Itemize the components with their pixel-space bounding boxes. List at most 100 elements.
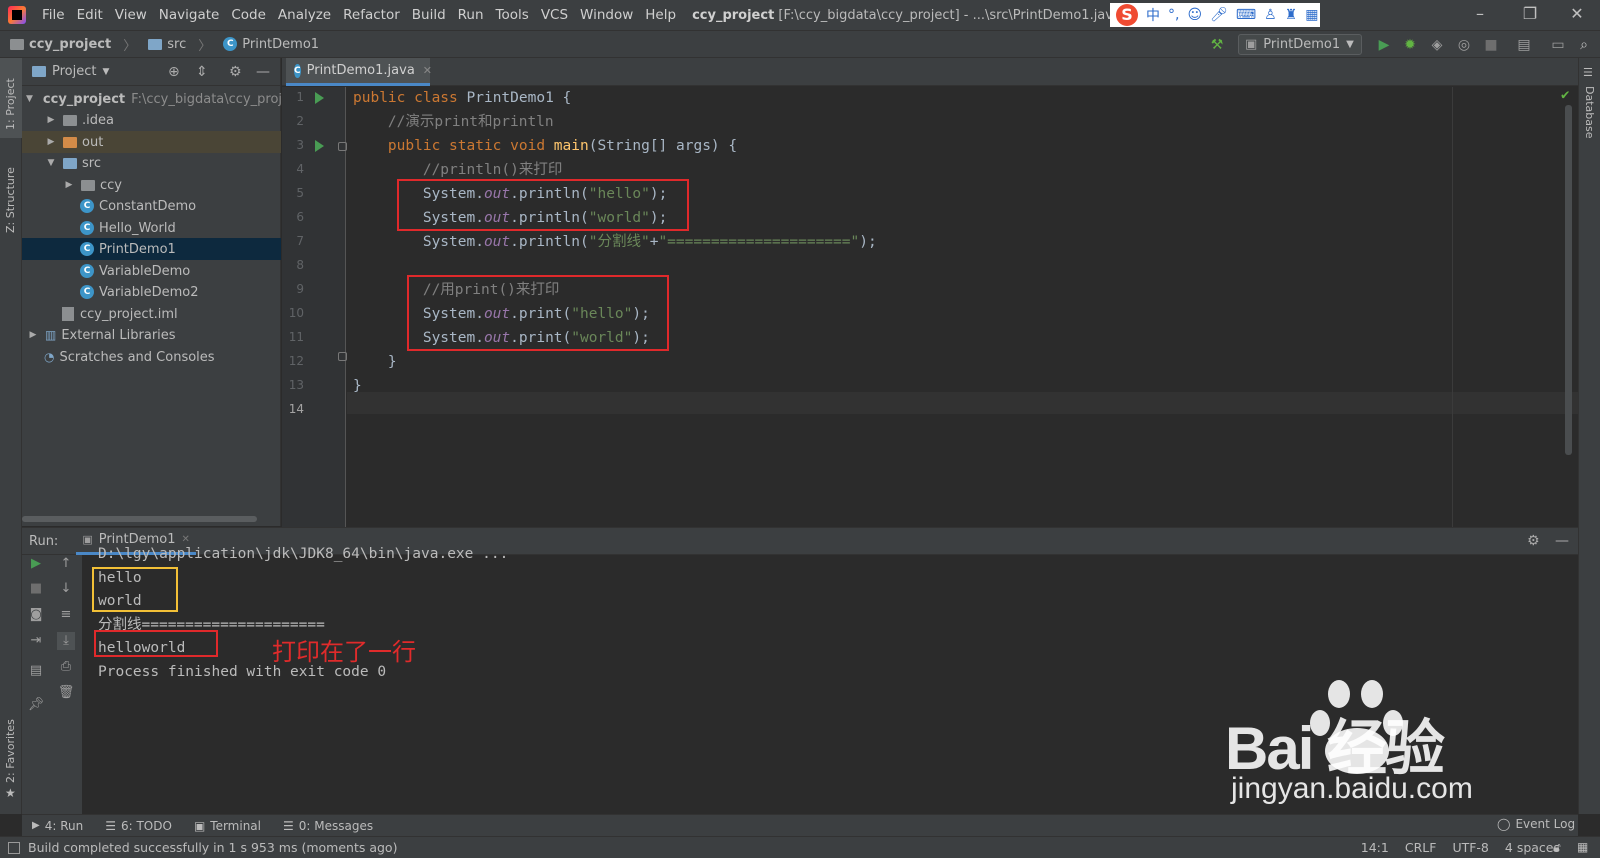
menu-vcs[interactable]: VCS bbox=[535, 7, 574, 23]
tool-tab-run[interactable]: ▶ 4: Run bbox=[32, 819, 83, 833]
pin-icon[interactable]: 📌︎ bbox=[27, 696, 45, 714]
breadcrumb-project[interactable]: ccy_project bbox=[29, 37, 111, 52]
tree-item-idea[interactable]: ▶ .idea bbox=[22, 109, 281, 131]
tree-item-scratches[interactable]: ◔ Scratches and Consoles bbox=[22, 346, 281, 368]
run-configuration-select[interactable]: ▣ PrintDemo1 ▼ bbox=[1238, 34, 1362, 55]
menu-code[interactable]: Code bbox=[225, 7, 272, 23]
lock-icon[interactable]: 🔓︎ bbox=[1553, 840, 1561, 855]
menu-run[interactable]: Run bbox=[452, 7, 490, 23]
minimize-icon[interactable]: – bbox=[1465, 4, 1495, 23]
arrow-up-icon[interactable]: ↑ bbox=[57, 555, 75, 573]
ime-mode[interactable]: 中 bbox=[1146, 5, 1160, 25]
emoji-icon[interactable]: ☺ bbox=[1187, 7, 1202, 23]
grid-icon[interactable]: ▦ bbox=[1305, 7, 1318, 23]
status-toggle-icon[interactable] bbox=[8, 841, 20, 854]
fold-icon[interactable] bbox=[338, 352, 347, 361]
tree-item-iml[interactable]: ccy_project.iml bbox=[22, 303, 281, 325]
search-icon[interactable]: ⌕ bbox=[1575, 36, 1593, 54]
expand-arrow-icon[interactable]: ▼ bbox=[44, 158, 58, 168]
no-problems-check-icon[interactable]: ✔ bbox=[1561, 87, 1569, 103]
fold-icon[interactable] bbox=[338, 142, 347, 151]
ime-logo-icon[interactable]: S bbox=[1116, 4, 1138, 26]
code-editor[interactable]: ✔ public class PrintDemo1 { //演示print和pr… bbox=[347, 87, 1578, 527]
run-main-icon[interactable] bbox=[315, 140, 324, 152]
microphone-icon[interactable]: 🎤︎ bbox=[1210, 7, 1228, 23]
profile-icon[interactable]: ◎ bbox=[1455, 36, 1473, 54]
database-tool-label[interactable]: Database bbox=[1583, 86, 1596, 139]
locate-icon[interactable]: ⊕ bbox=[168, 64, 180, 80]
menu-tools[interactable]: Tools bbox=[490, 7, 535, 23]
tree-item-ccy-package[interactable]: ▶ ccy bbox=[22, 174, 281, 196]
expand-arrow-icon[interactable]: ▶ bbox=[44, 137, 58, 147]
build-hammer-icon[interactable]: ⚒ bbox=[1208, 36, 1226, 54]
horizontal-scrollbar[interactable] bbox=[22, 516, 257, 522]
tab-printdemo1-java[interactable]: C PrintDemo1.java ✕ bbox=[286, 58, 432, 86]
run-icon[interactable]: ▶ bbox=[1375, 36, 1393, 54]
line-separator[interactable]: CRLF bbox=[1405, 840, 1437, 855]
expand-arrow-icon[interactable]: ▼ bbox=[26, 94, 33, 104]
indent-setting[interactable]: 4 spaces bbox=[1505, 840, 1560, 855]
coverage-icon[interactable]: ◈ bbox=[1428, 36, 1446, 54]
gear-icon[interactable]: ⚙ bbox=[229, 64, 242, 80]
expand-arrow-icon[interactable]: ▶ bbox=[62, 180, 76, 190]
window-layout-icon[interactable]: ▭ bbox=[1549, 36, 1567, 54]
status-message[interactable]: Build completed successfully in 1 s 953 … bbox=[28, 840, 397, 855]
tool-tab-todo[interactable]: ☰ 6: TODO bbox=[105, 819, 172, 833]
tree-item-external-libraries[interactable]: ▶ ▥ External Libraries bbox=[22, 324, 281, 346]
ime-punct[interactable]: °, bbox=[1168, 7, 1179, 23]
intellij-logo-icon[interactable] bbox=[8, 6, 26, 24]
camera-icon[interactable]: ◙ bbox=[27, 606, 45, 624]
run-class-icon[interactable] bbox=[315, 92, 324, 104]
tree-item-src[interactable]: ▼ src bbox=[22, 152, 281, 174]
project-view-select[interactable]: Project bbox=[52, 64, 96, 79]
project-structure-icon[interactable]: ▤ bbox=[1515, 36, 1533, 54]
tree-item-hello-world[interactable]: C Hello_World bbox=[22, 217, 281, 239]
tree-item-variabledemo2[interactable]: C VariableDemo2 bbox=[22, 281, 281, 303]
tree-item-constantdemo[interactable]: C ConstantDemo bbox=[22, 195, 281, 217]
scroll-to-end-icon[interactable]: ⤓ bbox=[57, 632, 75, 650]
close-tab-icon[interactable]: ✕ bbox=[423, 64, 432, 77]
menu-edit[interactable]: Edit bbox=[71, 7, 109, 23]
menu-file[interactable]: File bbox=[36, 7, 71, 23]
ime-toolbar[interactable]: S 中 °, ☺ 🎤︎ ⌨ ♙ ♜ ▦ bbox=[1110, 3, 1320, 27]
soft-wrap-icon[interactable]: ≡ bbox=[57, 606, 75, 624]
chevron-down-icon[interactable]: ▼ bbox=[102, 67, 109, 77]
favorites-tool-label[interactable]: 2: Favorites bbox=[4, 719, 17, 783]
menu-navigate[interactable]: Navigate bbox=[153, 7, 226, 23]
layout-icon[interactable]: ▤ bbox=[27, 662, 45, 680]
structure-tool-label[interactable]: Z: Structure bbox=[4, 167, 17, 233]
project-tool-tab[interactable]: 1: Project bbox=[0, 58, 22, 138]
file-encoding[interactable]: UTF-8 bbox=[1452, 840, 1488, 855]
trash-icon[interactable]: 🗑︎ bbox=[57, 684, 75, 702]
tool-tab-messages[interactable]: ☰ 0: Messages bbox=[283, 819, 373, 833]
tree-item-printdemo1[interactable]: C PrintDemo1 bbox=[22, 238, 281, 260]
caret-position[interactable]: 14:1 bbox=[1361, 840, 1389, 855]
tree-item-variabledemo[interactable]: C VariableDemo bbox=[22, 260, 281, 282]
expand-arrow-icon[interactable]: ▶ bbox=[44, 115, 58, 125]
menu-build[interactable]: Build bbox=[406, 7, 452, 23]
rerun-icon[interactable]: ▶ bbox=[27, 555, 45, 573]
debug-icon[interactable]: ✹ bbox=[1401, 36, 1419, 54]
restore-icon[interactable]: ❐ bbox=[1515, 4, 1545, 23]
menu-window[interactable]: Window bbox=[574, 7, 639, 23]
shirt-icon[interactable]: ♜ bbox=[1285, 7, 1298, 23]
arrow-down-icon[interactable]: ↓ bbox=[57, 580, 75, 598]
expand-arrow-icon[interactable]: ▶ bbox=[26, 330, 40, 340]
menu-view[interactable]: View bbox=[109, 7, 153, 23]
menu-analyze[interactable]: Analyze bbox=[272, 7, 337, 23]
tree-item-out[interactable]: ▶ out bbox=[22, 131, 281, 153]
hide-panel-icon[interactable]: — bbox=[1555, 533, 1569, 549]
exit-icon[interactable]: ⇥ bbox=[27, 632, 45, 650]
menu-refactor[interactable]: Refactor bbox=[337, 7, 406, 23]
star-icon[interactable]: ★ bbox=[5, 786, 16, 800]
close-window-icon[interactable]: ✕ bbox=[1562, 4, 1592, 23]
memory-indicator-icon[interactable]: ▦ bbox=[1577, 840, 1588, 854]
breadcrumb-src[interactable]: src bbox=[167, 37, 186, 52]
collapse-all-icon[interactable]: ⇕ bbox=[196, 64, 208, 80]
tool-tab-terminal[interactable]: ▣ Terminal bbox=[194, 819, 261, 833]
keyboard-icon[interactable]: ⌨ bbox=[1236, 7, 1256, 23]
stop-icon[interactable]: ■ bbox=[27, 580, 45, 598]
tree-item-ccy-project[interactable]: ▼ ccy_project F:\ccy_bigdata\ccy_project bbox=[22, 88, 281, 110]
event-log-button[interactable]: ◯ Event Log bbox=[1497, 817, 1575, 831]
gear-icon[interactable]: ⚙ bbox=[1527, 533, 1540, 549]
